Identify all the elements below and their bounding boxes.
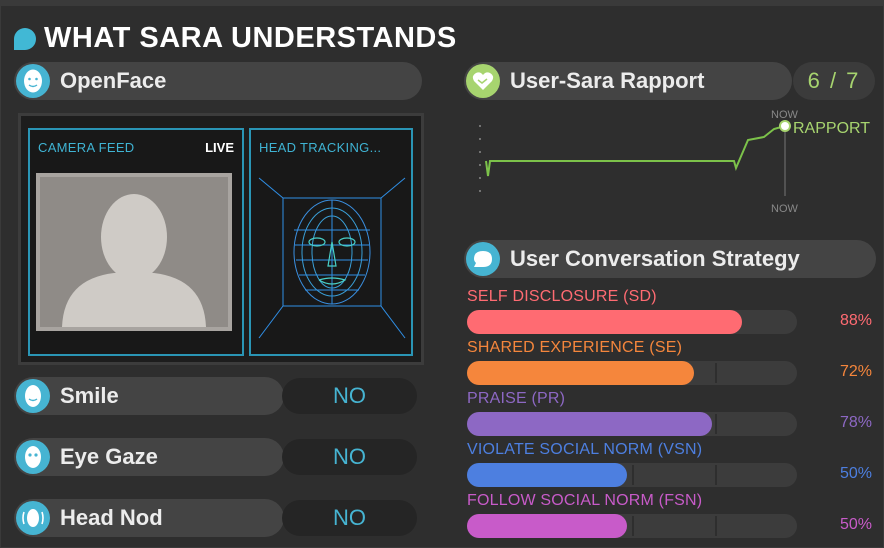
now-label-bottom: NOW — [771, 203, 799, 215]
strategy-percent: 88% — [839, 312, 872, 329]
strategy-bar-track — [467, 310, 797, 334]
head-tracking-panel: HEAD TRACKING... — [249, 128, 413, 356]
head-nod-icon — [16, 501, 50, 535]
speech-bubble-icon — [466, 242, 500, 276]
strategy-percent: 72% — [839, 363, 872, 380]
strategy-label: SELF DISCLOSURE (SD) — [467, 288, 657, 305]
feature-value-eye-gaze: NO — [282, 439, 417, 475]
top-bar — [0, 0, 884, 6]
feature-row-eye-gaze: Eye Gaze — [14, 438, 284, 476]
strategy-bar-track — [467, 514, 797, 538]
strategy-bar-tick — [715, 363, 717, 383]
smile-face-icon — [16, 379, 50, 413]
strategy-bar-track — [467, 412, 797, 436]
rapport-chart: NOW RAPPORT NOW — [479, 109, 870, 215]
handshake-heart-icon — [466, 64, 500, 98]
rapport-header: User-Sara Rapport — [464, 62, 792, 100]
rapport-series-label: RAPPORT — [793, 120, 870, 137]
openface-header: OpenFace — [14, 62, 422, 100]
strategy-bar-fill — [467, 310, 742, 334]
strategy-bar-tick — [715, 414, 717, 434]
feature-value-smile: NO — [282, 378, 417, 414]
strategy-bar-track — [467, 361, 797, 385]
page-title: WHAT SARA UNDERSTANDS — [14, 22, 457, 55]
strategy-bar-tick — [632, 516, 634, 536]
rapport-title: User-Sara Rapport — [510, 68, 705, 93]
feature-row-head-nod: Head Nod — [14, 499, 284, 537]
strategy-bar-track — [467, 463, 797, 487]
person-silhouette-icon — [40, 177, 228, 327]
live-badge: LIVE — [205, 140, 234, 155]
strategy-bar-tick — [632, 465, 634, 485]
page-title-text: WHAT SARA UNDERSTANDS — [44, 22, 457, 54]
strategy-label: SHARED EXPERIENCE (SE) — [467, 339, 683, 356]
openface-title: OpenFace — [60, 68, 167, 93]
speech-bubble-icon — [14, 27, 36, 50]
face-icon — [16, 64, 50, 98]
strategy-percent: 78% — [839, 414, 872, 431]
strategy-label: VIOLATE SOCIAL NORM (VSN) — [467, 441, 703, 458]
feature-value-head-nod: NO — [282, 500, 417, 536]
head-tracking-label: HEAD TRACKING... — [259, 140, 382, 155]
feature-row-smile: Smile — [14, 377, 284, 415]
rapport-current-point — [779, 120, 791, 132]
feature-label: Smile — [60, 383, 119, 408]
strategy-label: FOLLOW SOCIAL NORM (FSN) — [467, 492, 703, 509]
strategy-bar-fill — [467, 361, 694, 385]
rapport-score: 6 / 7 — [793, 62, 875, 100]
eye-face-icon — [16, 440, 50, 474]
strategy-bar-fill — [467, 412, 712, 436]
strategy-header: User Conversation Strategy — [464, 240, 876, 278]
feature-label: Head Nod — [60, 505, 163, 530]
camera-feed-label: CAMERA FEED — [38, 140, 135, 155]
strategy-bar-fill — [467, 514, 627, 538]
camera-feed-image — [36, 173, 232, 331]
head-tracking-mesh-icon — [258, 177, 406, 339]
strategy-percent: 50% — [839, 516, 872, 533]
strategy-bar-fill — [467, 463, 627, 487]
rapport-line — [485, 125, 786, 177]
camera-feed-panel: CAMERA FEED LIVE — [28, 128, 244, 356]
feature-label: Eye Gaze — [60, 444, 158, 469]
strategy-label: PRAISE (PR) — [467, 390, 566, 407]
openface-video-box: CAMERA FEED LIVE HEAD TRACKING... — [18, 113, 424, 365]
strategy-bar-tick — [715, 465, 717, 485]
strategy-percent: 50% — [839, 465, 872, 482]
strategy-title: User Conversation Strategy — [510, 246, 800, 271]
strategy-bar-tick — [715, 516, 717, 536]
